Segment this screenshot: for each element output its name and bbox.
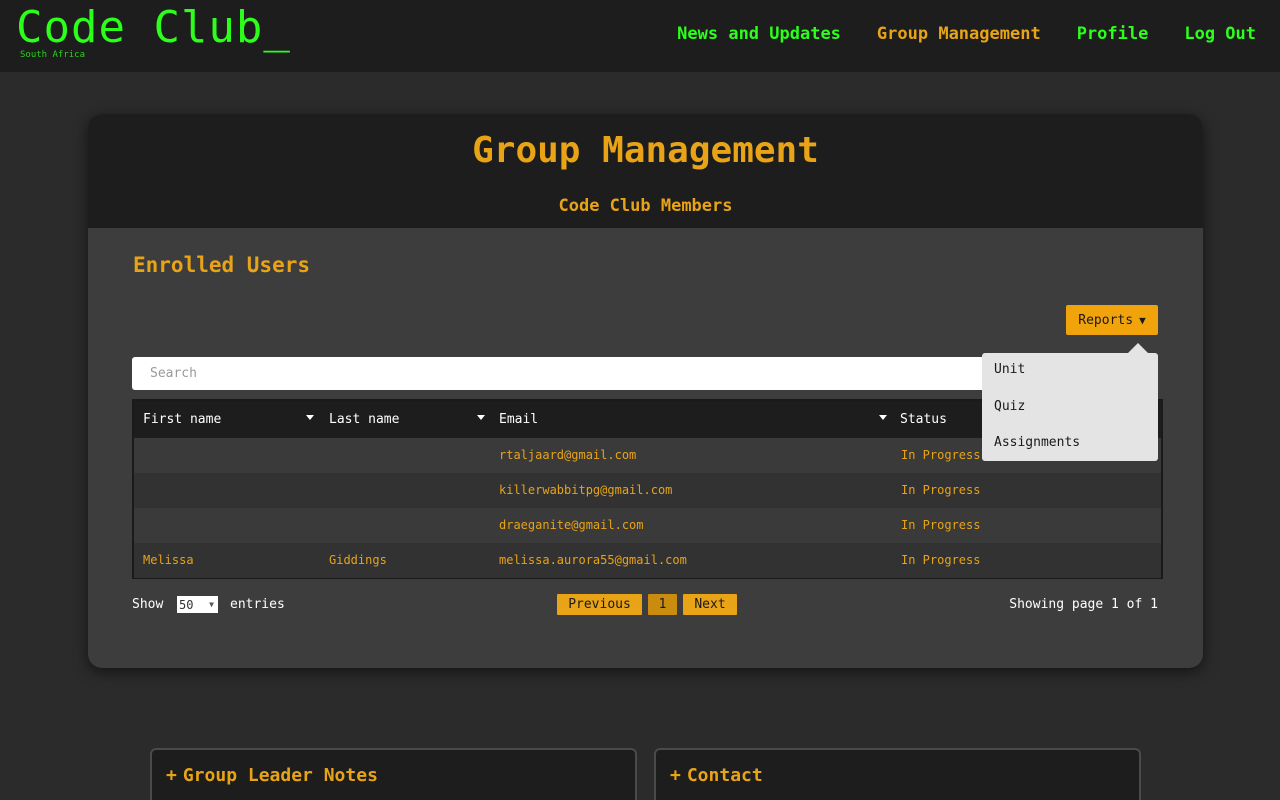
table-row[interactable]: killerwabbitpg@gmail.com In Progress [134,473,1161,508]
reports-menu-quiz[interactable]: Quiz [994,399,1025,414]
column-header-first-name[interactable]: First name [143,412,221,427]
sort-first-name-icon[interactable] [306,415,314,420]
column-header-email[interactable]: Email [499,412,538,427]
entries-label: entries [230,597,285,612]
panel-title: + Group Leader Notes [166,765,378,786]
entries-select[interactable]: 50 ▼ [177,596,218,613]
column-header-status[interactable]: Status [900,412,947,427]
brand-subtitle: South Africa [20,50,86,60]
cell-email: draeganite@gmail.com [499,518,644,532]
sort-email-icon[interactable] [879,415,887,420]
nav-profile-link[interactable]: Profile [1077,24,1149,44]
page-subtitle: Code Club Members [558,196,733,216]
cell-email: rtaljaard@gmail.com [499,448,637,462]
table-row[interactable]: draeganite@gmail.com In Progress [134,508,1161,543]
nav-news-link[interactable]: News and Updates [677,24,841,44]
page-title: Group Management [472,130,819,171]
reports-button[interactable]: Reports ▼ [1066,305,1158,335]
plus-icon: + [670,765,681,786]
card-header: Group Management Code Club Members [88,114,1203,228]
previous-page-button[interactable]: Previous [557,594,642,615]
reports-menu-unit[interactable]: Unit [994,362,1025,377]
contact-panel[interactable]: + Contact [654,748,1141,800]
table-row[interactable]: Melissa Giddings melissa.aurora55@gmail.… [134,543,1161,578]
cell-status: In Progress [901,483,981,497]
brand-logo[interactable]: Code Club_ South Africa [16,2,291,61]
entries-value: 50 [179,597,194,612]
nav-links: News and Updates Group Management Profil… [677,24,1256,44]
reports-label: Reports [1078,312,1134,328]
page-1-button[interactable]: 1 [648,594,677,615]
top-navbar: Code Club_ South Africa News and Updates… [0,0,1280,72]
group-leader-notes-panel[interactable]: + Group Leader Notes [150,748,637,800]
search-input[interactable] [132,357,1008,390]
nav-logout-link[interactable]: Log Out [1184,24,1256,44]
brand-title: Code Club_ [16,2,291,53]
contact-title: Contact [686,765,763,786]
reports-dropdown-menu: Unit Quiz Assignments [982,353,1158,461]
caret-down-icon: ▼ [1139,313,1146,327]
show-label: Show [132,597,164,612]
cell-last-name: Giddings [329,553,387,567]
cell-status: In Progress [901,518,981,532]
dropdown-arrow [1128,343,1148,353]
chevron-down-icon: ▼ [209,600,214,609]
page-info: Showing page 1 of 1 [1009,597,1158,612]
cell-email: killerwabbitpg@gmail.com [499,483,673,497]
cell-status: In Progress [901,448,981,462]
section-title: Enrolled Users [133,253,311,277]
cell-status: In Progress [901,553,981,567]
nav-group-management-link[interactable]: Group Management [877,24,1041,44]
group-leader-notes-title: Group Leader Notes [182,765,378,786]
column-header-last-name[interactable]: Last name [329,412,399,427]
next-page-button[interactable]: Next [683,594,737,615]
sort-last-name-icon[interactable] [477,415,485,420]
plus-icon: + [166,765,177,786]
panel-title: + Contact [670,765,763,786]
cell-email: melissa.aurora55@gmail.com [499,553,687,567]
cell-first-name: Melissa [143,553,194,567]
group-management-card: Group Management Code Club Members Enrol… [88,114,1203,668]
reports-menu-assignments[interactable]: Assignments [994,435,1080,450]
